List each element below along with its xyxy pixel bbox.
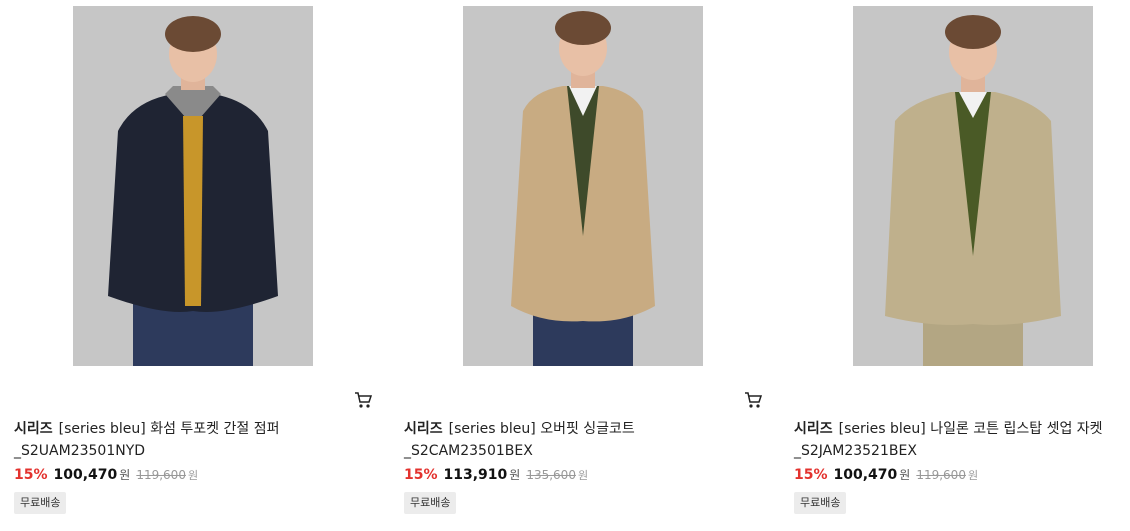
product-card: 시리즈 [series bleu] 나일론 코튼 립스탑 셋업 자켓 _S2JAM…	[794, 0, 1130, 531]
free-shipping-badge: 무료배송	[794, 492, 847, 514]
product-code: _S2CAM23501BEX	[404, 443, 533, 459]
sale-price: 100,470	[53, 467, 118, 483]
original-price: 119,600	[136, 468, 186, 482]
product-name: [series bleu] 나일론 코튼 립스탑 셋업 자켓	[838, 421, 1103, 437]
brand-name: 시리즈	[14, 421, 53, 437]
product-code: _S2JAM23521BEX	[794, 443, 917, 459]
price-row: 15% 113,910 원 135,600 원	[404, 463, 588, 485]
product-name: [series bleu] 오버핏 싱글코트	[448, 421, 635, 437]
original-currency-label: 원	[577, 469, 589, 482]
sale-price: 100,470	[833, 467, 898, 483]
currency-label: 원	[899, 468, 911, 482]
cart-icon[interactable]	[353, 390, 373, 410]
product-image[interactable]	[73, 6, 313, 366]
product-code: _S2UAM23501NYD	[14, 443, 146, 459]
product-card: 시리즈 [series bleu] 오버핏 싱글코트 _S2CAM23501BEX…	[404, 0, 776, 531]
discount-rate: 15%	[404, 467, 438, 483]
original-price: 135,600	[526, 468, 576, 482]
free-shipping-badge: 무료배송	[14, 492, 67, 514]
product-name: [series bleu] 화섬 투포켓 간절 점퍼	[58, 421, 280, 437]
sale-price: 113,910	[443, 467, 508, 483]
product-image[interactable]	[853, 6, 1093, 366]
discount-rate: 15%	[14, 467, 48, 483]
currency-label: 원	[509, 468, 521, 482]
product-image[interactable]	[463, 6, 703, 366]
discount-rate: 15%	[794, 467, 828, 483]
original-price: 119,600	[916, 468, 966, 482]
currency-label: 원	[119, 468, 131, 482]
brand-name: 시리즈	[404, 421, 443, 437]
price-row: 15% 100,470 원 119,600 원	[794, 463, 978, 485]
original-currency-label: 원	[187, 469, 199, 482]
model-khaki-jacket-photo	[853, 6, 1093, 366]
price-row: 15% 100,470 원 119,600 원	[14, 463, 198, 485]
product-card: 시리즈 [series bleu] 화섬 투포켓 간절 점퍼 _S2UAM2350…	[14, 0, 386, 531]
product-title[interactable]: 시리즈 [series bleu] 나일론 코튼 립스탑 셋업 자켓 _S2JAM…	[794, 418, 1130, 462]
original-currency-label: 원	[967, 469, 979, 482]
model-beige-coat-photo	[463, 6, 703, 366]
product-title[interactable]: 시리즈 [series bleu] 오버핏 싱글코트 _S2CAM23501BEX	[404, 418, 764, 462]
product-title[interactable]: 시리즈 [series bleu] 화섬 투포켓 간절 점퍼 _S2UAM2350…	[14, 418, 374, 462]
brand-name: 시리즈	[794, 421, 833, 437]
cart-icon[interactable]	[743, 390, 763, 410]
free-shipping-badge: 무료배송	[404, 492, 457, 514]
model-navy-jumper-photo	[73, 6, 313, 366]
